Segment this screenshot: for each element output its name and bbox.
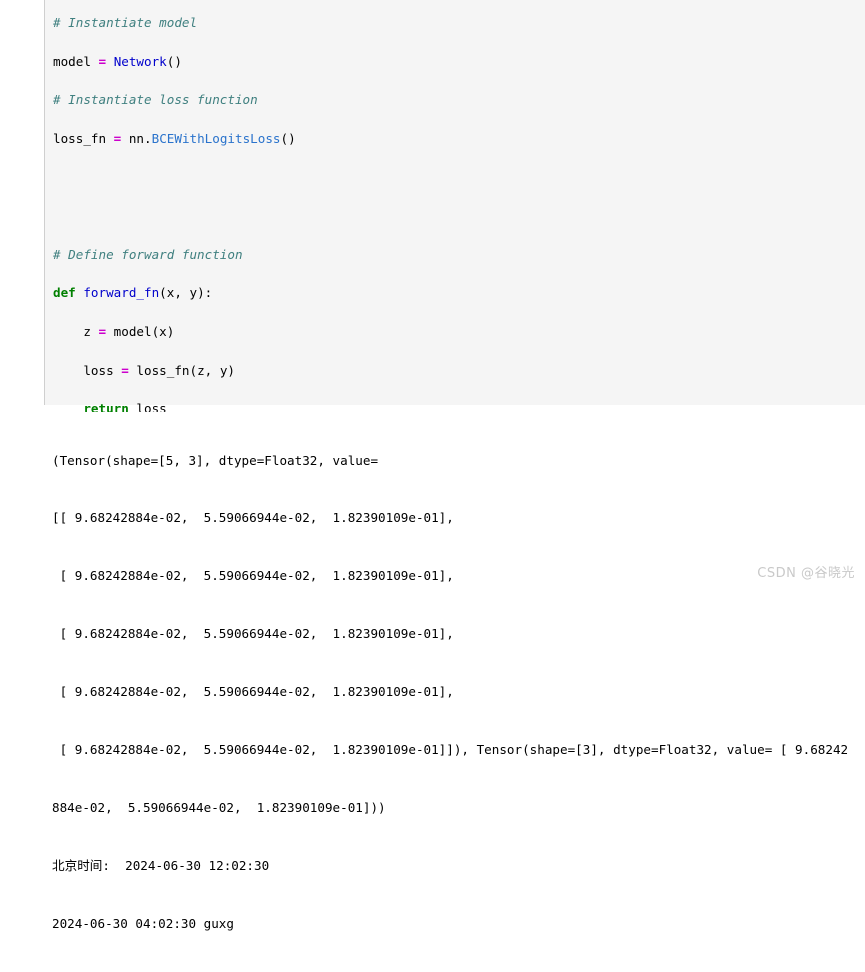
output-line: [[ 9.68242884e-02, 5.59066944e-02, 1.823… [52, 510, 454, 526]
csdn-watermark: CSDN @谷晓光 [757, 566, 855, 581]
code-line: loss = loss_fn(z, y) [53, 362, 235, 378]
output-line-local-time: 2024-06-30 04:02:30 guxg [52, 915, 234, 931]
output-line: [ 9.68242884e-02, 5.59066944e-02, 1.8239… [52, 742, 849, 758]
keyword-def: def [53, 285, 76, 301]
notebook-code-cell[interactable]: # Instantiate model model = Network() # … [44, 0, 865, 841]
output-line: [ 9.68242884e-02, 5.59066944e-02, 1.8239… [52, 568, 454, 584]
notebook-left-gutter [0, 0, 44, 587]
code-line: # Define forward function [53, 245, 865, 264]
output-line-beijing-time: 北京时间: 2024-06-30 12:02:30 [52, 857, 270, 873]
code-comment: # Define forward function [53, 246, 243, 262]
code-line: def forward_fn(x, y): [53, 285, 213, 301]
identifier-forward-fn: forward_fn [83, 285, 160, 301]
notebook-output-area: (Tensor(shape=[5, 3], dtype=Float32, val… [44, 412, 865, 972]
output-line: (Tensor(shape=[5, 3], dtype=Float32, val… [52, 452, 379, 468]
output-line: [ 9.68242884e-02, 5.59066944e-02, 1.8239… [52, 684, 454, 700]
output-stdout: (Tensor(shape=[5, 3], dtype=Float32, val… [44, 412, 865, 972]
code-line: model = Network() [53, 53, 182, 69]
code-line: # Instantiate loss function [53, 90, 865, 109]
code-line: loss_fn = nn.BCEWithLogitsLoss() [53, 131, 296, 147]
code-comment: # Instantiate loss function [53, 92, 258, 108]
code-comment: # Instantiate model [53, 15, 198, 31]
output-line: [ 9.68242884e-02, 5.59066944e-02, 1.8239… [52, 626, 454, 642]
code-line: # Instantiate model [53, 13, 865, 32]
output-line: 884e-02, 5.59066944e-02, 1.82390109e-01]… [52, 799, 386, 815]
identifier-network: Network [113, 53, 167, 69]
identifier-bcewithlogitsloss: BCEWithLogitsLoss [151, 131, 281, 147]
code-line: z = model(x) [53, 324, 175, 340]
